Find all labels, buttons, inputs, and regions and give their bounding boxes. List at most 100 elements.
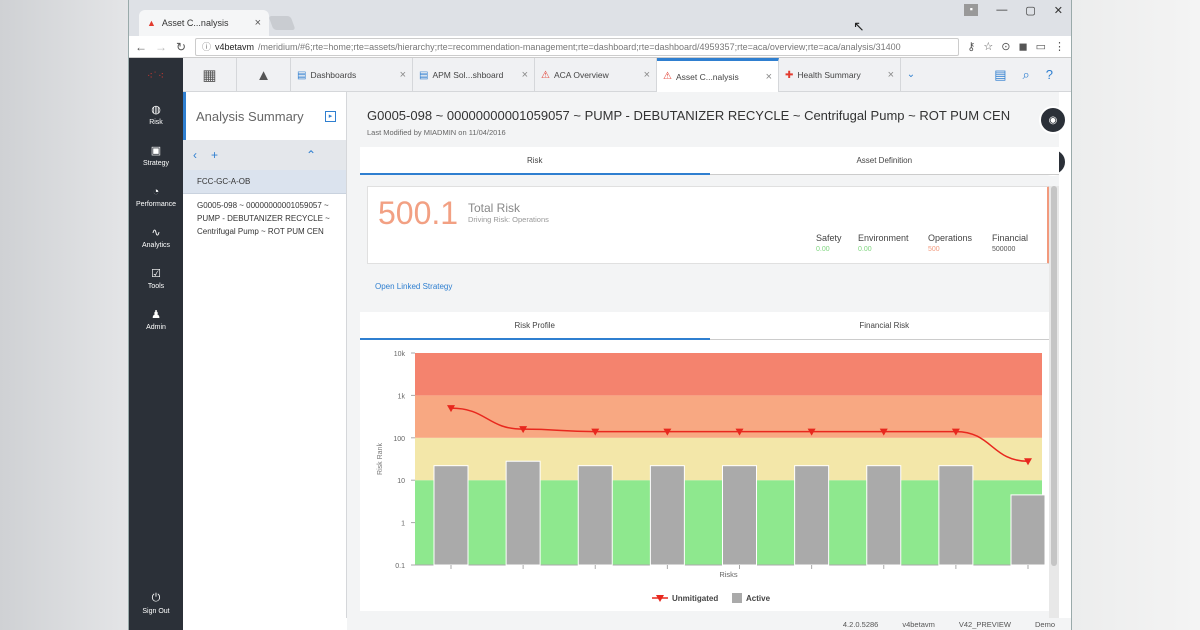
risk-profile-chart: 10k 1k 100 10 1 0.1 Risk Rank Risks Unmitigated A… bbox=[360, 340, 1059, 611]
vertical-scrollbar[interactable] bbox=[1049, 186, 1059, 618]
close-tab-icon[interactable]: × bbox=[400, 69, 406, 81]
tree-collapse-icon[interactable]: ⌃ bbox=[306, 148, 316, 162]
legend-active-label[interactable]: Active bbox=[746, 594, 771, 603]
active-risk-bar[interactable] bbox=[577, 465, 613, 566]
active-risk-bar[interactable] bbox=[722, 465, 757, 566]
tree-item-root[interactable]: FCC-GC-A-OB bbox=[183, 170, 346, 194]
tree-item-asset[interactable]: G0005-098 ~ 00000000001059057 ~ PUMP - D… bbox=[183, 194, 346, 243]
active-risk-bar[interactable] bbox=[505, 460, 541, 566]
active-risk-bar[interactable] bbox=[866, 465, 902, 566]
legend-active-swatch bbox=[732, 593, 742, 603]
close-tab-icon[interactable]: × bbox=[644, 69, 650, 81]
strategy-icon: ▣ bbox=[150, 145, 162, 157]
collapse-panel-icon[interactable]: ▸ bbox=[325, 110, 336, 122]
status-item: V42_PREVIEW bbox=[958, 619, 1011, 629]
status-item: 4.2.0.5286 bbox=[842, 619, 879, 629]
app-tab-5[interactable]: ✚ Health Summary × bbox=[779, 58, 901, 92]
active-risk-bar[interactable] bbox=[794, 465, 830, 566]
last-modified: Last Modified by MIADMIN on 11/04/2016 bbox=[367, 128, 506, 137]
risk-category-value: 0.00 bbox=[858, 246, 872, 253]
report-icon[interactable]: ▤ bbox=[994, 67, 1006, 83]
nav-item-tools[interactable]: ☑ Tools bbox=[129, 258, 183, 299]
active-risk-bar[interactable] bbox=[1010, 494, 1046, 566]
minimize-icon[interactable]: — bbox=[996, 4, 1007, 17]
scrollbar-thumb[interactable] bbox=[1051, 186, 1057, 566]
close-tab-icon[interactable]: × bbox=[888, 69, 894, 81]
reload-icon[interactable]: ↻ bbox=[175, 40, 187, 54]
asset-title: G0005-098 ~ 00000000001059057 ~ PUMP - D… bbox=[367, 108, 1011, 123]
window-close-icon[interactable]: ✕ bbox=[1054, 4, 1063, 17]
menu-kebab-icon[interactable]: ⋮ bbox=[1054, 40, 1065, 53]
risk-category-name: Safety bbox=[816, 233, 842, 243]
nav-item-performance[interactable]: ◔ Performance bbox=[129, 176, 183, 217]
new-tab-button[interactable] bbox=[268, 16, 296, 30]
analysis-summary-panel: Analysis Summary ▸ ‹ + ⌃ FCC-GC-A-OB G00… bbox=[183, 92, 347, 618]
risk-category-financial: Financial 500000 bbox=[992, 233, 1028, 253]
nav-item-analytics[interactable]: ∿ Analytics bbox=[129, 217, 183, 258]
key-icon[interactable]: ⚷ bbox=[967, 40, 975, 53]
nav-item-label: Admin bbox=[146, 324, 166, 331]
status-item: v4betavm bbox=[902, 619, 935, 629]
nav-item-label: Analytics bbox=[141, 242, 170, 249]
legend-unmitigated-label[interactable]: Unmitigated bbox=[672, 594, 718, 603]
total-risk-value: 500.1 bbox=[378, 195, 459, 231]
active-risk-bar[interactable] bbox=[433, 465, 469, 566]
side-action-button[interactable]: ◉ bbox=[1039, 106, 1067, 134]
risk-band bbox=[415, 353, 1042, 396]
chart-tab-bar: Risk Profile Financial Risk bbox=[360, 312, 1059, 340]
close-icon[interactable]: × bbox=[255, 17, 261, 29]
nav-item-label: Tools bbox=[147, 283, 165, 290]
active-risk-bar[interactable] bbox=[649, 465, 685, 566]
active-risk-bar[interactable] bbox=[938, 465, 974, 566]
browser-tab[interactable]: ▲ Asset C...nalysis × bbox=[139, 10, 269, 36]
left-nav: ⁖˙⁖ ◍ Risk ▣ Strategy ◔ Performance ∿ Analytics… bbox=[129, 58, 183, 630]
close-tab-icon[interactable]: × bbox=[766, 71, 772, 83]
y-tick-label: 0.1 bbox=[395, 563, 405, 570]
maximize-icon[interactable]: ▢ bbox=[1025, 4, 1035, 17]
sign-out-button[interactable]: ⏻ Sign Out bbox=[129, 583, 183, 624]
dashboard-tab-icon: ▤ bbox=[297, 69, 307, 81]
url-field[interactable]: ⓘ v4betavm/meridium/#6;rte=home;rte=asse… bbox=[195, 37, 960, 56]
y-axis-label: Risk Rank bbox=[377, 443, 384, 475]
y-tick-label: 1 bbox=[401, 521, 405, 528]
user-icon[interactable]: ▪ bbox=[964, 4, 979, 16]
tab-overflow-button[interactable]: ⌄ bbox=[901, 58, 921, 91]
app-tab-4[interactable]: ⚠ Asset C...nalysis × bbox=[657, 58, 779, 92]
nav-item-risk[interactable]: ◍ Risk bbox=[129, 94, 183, 135]
cast-icon[interactable]: ▭ bbox=[1036, 40, 1046, 53]
close-tab-icon[interactable]: × bbox=[522, 69, 528, 81]
browser-tab-title: Asset C...nalysis bbox=[161, 18, 229, 28]
analysis-summary-title: Analysis Summary bbox=[196, 108, 304, 124]
tree-add-icon[interactable]: + bbox=[211, 148, 218, 162]
dashboard-home-button[interactable]: ▦ bbox=[183, 58, 237, 92]
extension-square-icon[interactable]: ◼ bbox=[1018, 40, 1027, 53]
search-icon[interactable]: ⌕ bbox=[1022, 67, 1029, 83]
back-icon[interactable]: ← bbox=[135, 40, 147, 54]
top-tab-bar: Risk Asset Definition bbox=[360, 147, 1059, 175]
risk-category-value: 0.00 bbox=[816, 246, 830, 253]
tab-asset-definition[interactable]: Asset Definition bbox=[709, 147, 1059, 175]
power-icon: ⏻ bbox=[151, 592, 161, 604]
hierarchy-button[interactable]: ▲ bbox=[237, 58, 291, 92]
tree-back-icon[interactable]: ‹ bbox=[193, 148, 197, 162]
tab-risk-profile[interactable]: Risk Profile bbox=[360, 312, 710, 340]
forward-icon[interactable]: → bbox=[155, 40, 167, 54]
risk-category-safety: Safety 0.00 bbox=[816, 233, 842, 253]
nav-item-strategy[interactable]: ▣ Strategy bbox=[129, 135, 183, 176]
total-risk-label: Total Risk bbox=[468, 201, 521, 215]
app-tab-2[interactable]: ▤ APM Sol...shboard × bbox=[413, 58, 535, 92]
nav-item-label: Performance bbox=[135, 200, 177, 208]
bookmark-star-icon[interactable]: ☆ bbox=[983, 40, 993, 53]
help-icon[interactable]: ? bbox=[1046, 67, 1053, 82]
y-tick-label: 1k bbox=[398, 393, 406, 400]
tab-financial-risk[interactable]: Financial Risk bbox=[709, 312, 1059, 340]
open-linked-strategy-link[interactable]: Open Linked Strategy bbox=[375, 282, 452, 291]
eye-icon: ◉ bbox=[1048, 114, 1058, 126]
risk-category-value: 500000 bbox=[992, 246, 1016, 253]
tab-risk[interactable]: Risk bbox=[360, 147, 710, 175]
nav-item-admin[interactable]: ♟ Admin bbox=[129, 299, 183, 340]
app-tab-1[interactable]: ▤ Dashboards × bbox=[291, 58, 413, 92]
extension-icon[interactable]: ⊙ bbox=[1001, 40, 1010, 53]
app-tab-3[interactable]: ⚠ ACA Overview × bbox=[535, 58, 657, 92]
tree-toolbar: ‹ + ⌃ bbox=[183, 140, 346, 170]
